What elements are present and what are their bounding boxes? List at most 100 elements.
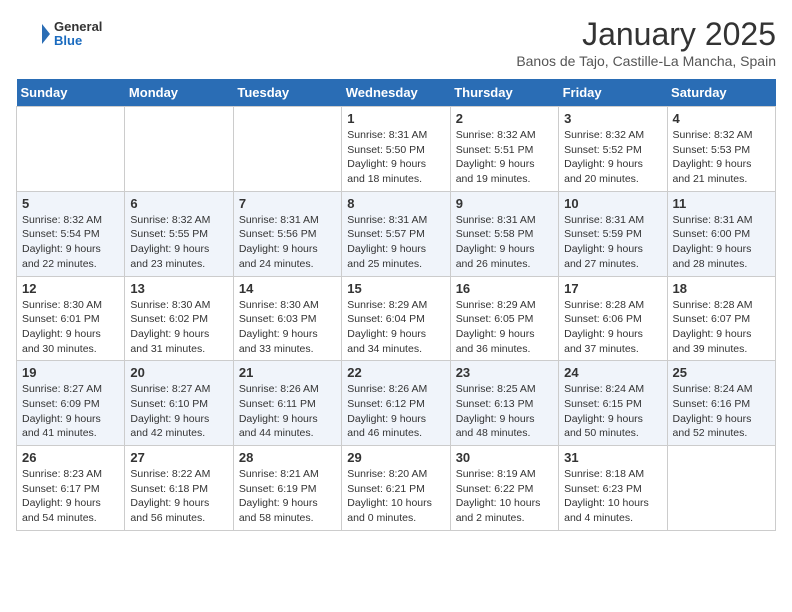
day-number: 24 xyxy=(564,365,661,380)
calendar-cell: 22 Sunrise: 8:26 AM Sunset: 6:12 PM Dayli… xyxy=(342,361,450,446)
calendar-cell: 4Sunrise: 8:32 AM Sunset: 5:53 PM Daylig… xyxy=(667,107,775,192)
day-info: Sunrise: 8:32 AM Sunset: 5:55 PM Dayligh… xyxy=(130,213,227,272)
calendar-week-row: 5 Sunrise: 8:32 AM Sunset: 5:54 PM Daylig… xyxy=(17,191,776,276)
day-info: Sunrise: 8:32 AM Sunset: 5:54 PM Dayligh… xyxy=(22,213,119,272)
calendar-cell: 12 Sunrise: 8:30 AM Sunset: 6:01 PM Dayli… xyxy=(17,276,125,361)
calendar-week-row: 26Sunrise: 8:23 AM Sunset: 6:17 PM Dayli… xyxy=(17,446,776,531)
day-number: 21 xyxy=(239,365,336,380)
weekday-header-saturday: Saturday xyxy=(667,79,775,107)
day-number: 8 xyxy=(347,196,444,211)
day-info: Sunrise: 8:31 AM Sunset: 5:59 PM Dayligh… xyxy=(564,213,661,272)
day-info: Sunrise: 8:27 AM Sunset: 6:10 PM Dayligh… xyxy=(130,382,227,441)
calendar-cell: 15 Sunrise: 8:29 AM Sunset: 6:04 PM Dayli… xyxy=(342,276,450,361)
calendar-cell: 14 Sunrise: 8:30 AM Sunset: 6:03 PM Dayli… xyxy=(233,276,341,361)
logo-bird-icon xyxy=(16,16,52,52)
day-number: 18 xyxy=(673,281,770,296)
day-number: 13 xyxy=(130,281,227,296)
page-header: General Blue January 2025 Banos de Tajo,… xyxy=(16,16,776,69)
calendar-cell: 17 Sunrise: 8:28 AM Sunset: 6:06 PM Dayli… xyxy=(559,276,667,361)
calendar-cell: 18Sunrise: 8:28 AM Sunset: 6:07 PM Dayli… xyxy=(667,276,775,361)
day-number: 12 xyxy=(22,281,119,296)
calendar-cell: 5 Sunrise: 8:32 AM Sunset: 5:54 PM Daylig… xyxy=(17,191,125,276)
calendar-cell: 21Sunrise: 8:26 AM Sunset: 6:11 PM Dayli… xyxy=(233,361,341,446)
calendar-week-row: 12 Sunrise: 8:30 AM Sunset: 6:01 PM Dayli… xyxy=(17,276,776,361)
calendar-cell: 25 Sunrise: 8:24 AM Sunset: 6:16 PM Dayli… xyxy=(667,361,775,446)
calendar-cell xyxy=(667,446,775,531)
calendar-cell: 11 Sunrise: 8:31 AM Sunset: 6:00 PM Dayli… xyxy=(667,191,775,276)
weekday-header-sunday: Sunday xyxy=(17,79,125,107)
day-number: 2 xyxy=(456,111,553,126)
logo: General Blue xyxy=(16,16,102,52)
logo-general: General xyxy=(54,20,102,34)
day-info: Sunrise: 8:30 AM Sunset: 6:01 PM Dayligh… xyxy=(22,298,119,357)
day-info: Sunrise: 8:23 AM Sunset: 6:17 PM Dayligh… xyxy=(22,467,119,526)
calendar-week-row: 1Sunrise: 8:31 AM Sunset: 5:50 PM Daylig… xyxy=(17,107,776,192)
day-number: 19 xyxy=(22,365,119,380)
day-number: 22 xyxy=(347,365,444,380)
day-info: Sunrise: 8:31 AM Sunset: 5:58 PM Dayligh… xyxy=(456,213,553,272)
day-info: Sunrise: 8:22 AM Sunset: 6:18 PM Dayligh… xyxy=(130,467,227,526)
calendar-cell: 31 Sunrise: 8:18 AM Sunset: 6:23 PM Dayli… xyxy=(559,446,667,531)
logo-blue: Blue xyxy=(54,34,102,48)
calendar-table: SundayMondayTuesdayWednesdayThursdayFrid… xyxy=(16,79,776,531)
calendar-cell xyxy=(125,107,233,192)
calendar-cell: 29 Sunrise: 8:20 AM Sunset: 6:21 PM Dayli… xyxy=(342,446,450,531)
calendar-body: 1Sunrise: 8:31 AM Sunset: 5:50 PM Daylig… xyxy=(17,107,776,531)
day-info: Sunrise: 8:18 AM Sunset: 6:23 PM Dayligh… xyxy=(564,467,661,526)
weekday-header-monday: Monday xyxy=(125,79,233,107)
calendar-cell xyxy=(17,107,125,192)
day-number: 9 xyxy=(456,196,553,211)
calendar-cell: 28 Sunrise: 8:21 AM Sunset: 6:19 PM Dayli… xyxy=(233,446,341,531)
day-number: 15 xyxy=(347,281,444,296)
day-info: Sunrise: 8:28 AM Sunset: 6:06 PM Dayligh… xyxy=(564,298,661,357)
day-info: Sunrise: 8:30 AM Sunset: 6:03 PM Dayligh… xyxy=(239,298,336,357)
day-info: Sunrise: 8:27 AM Sunset: 6:09 PM Dayligh… xyxy=(22,382,119,441)
day-number: 31 xyxy=(564,450,661,465)
logo-text-container: General Blue xyxy=(16,16,102,52)
calendar-cell: 6 Sunrise: 8:32 AM Sunset: 5:55 PM Daylig… xyxy=(125,191,233,276)
day-info: Sunrise: 8:32 AM Sunset: 5:51 PM Dayligh… xyxy=(456,128,553,187)
day-info: Sunrise: 8:25 AM Sunset: 6:13 PM Dayligh… xyxy=(456,382,553,441)
day-info: Sunrise: 8:31 AM Sunset: 5:56 PM Dayligh… xyxy=(239,213,336,272)
calendar-cell: 19 Sunrise: 8:27 AM Sunset: 6:09 PM Dayli… xyxy=(17,361,125,446)
day-number: 1 xyxy=(347,111,444,126)
calendar-cell: 24 Sunrise: 8:24 AM Sunset: 6:15 PM Dayli… xyxy=(559,361,667,446)
day-number: 27 xyxy=(130,450,227,465)
calendar-cell: 13 Sunrise: 8:30 AM Sunset: 6:02 PM Dayli… xyxy=(125,276,233,361)
day-info: Sunrise: 8:30 AM Sunset: 6:02 PM Dayligh… xyxy=(130,298,227,357)
day-number: 11 xyxy=(673,196,770,211)
day-number: 6 xyxy=(130,196,227,211)
day-number: 20 xyxy=(130,365,227,380)
month-title: January 2025 xyxy=(516,16,776,53)
day-number: 23 xyxy=(456,365,553,380)
day-info: Sunrise: 8:24 AM Sunset: 6:16 PM Dayligh… xyxy=(673,382,770,441)
calendar-cell: 8Sunrise: 8:31 AM Sunset: 5:57 PM Daylig… xyxy=(342,191,450,276)
calendar-header: SundayMondayTuesdayWednesdayThursdayFrid… xyxy=(17,79,776,107)
day-number: 29 xyxy=(347,450,444,465)
day-info: Sunrise: 8:21 AM Sunset: 6:19 PM Dayligh… xyxy=(239,467,336,526)
day-number: 14 xyxy=(239,281,336,296)
day-number: 10 xyxy=(564,196,661,211)
day-number: 25 xyxy=(673,365,770,380)
day-info: Sunrise: 8:19 AM Sunset: 6:22 PM Dayligh… xyxy=(456,467,553,526)
day-info: Sunrise: 8:31 AM Sunset: 6:00 PM Dayligh… xyxy=(673,213,770,272)
calendar-cell: 26Sunrise: 8:23 AM Sunset: 6:17 PM Dayli… xyxy=(17,446,125,531)
day-info: Sunrise: 8:32 AM Sunset: 5:52 PM Dayligh… xyxy=(564,128,661,187)
weekday-header-row: SundayMondayTuesdayWednesdayThursdayFrid… xyxy=(17,79,776,107)
calendar-cell: 10 Sunrise: 8:31 AM Sunset: 5:59 PM Dayli… xyxy=(559,191,667,276)
day-info: Sunrise: 8:26 AM Sunset: 6:12 PM Dayligh… xyxy=(347,382,444,441)
day-info: Sunrise: 8:20 AM Sunset: 6:21 PM Dayligh… xyxy=(347,467,444,526)
calendar-cell: 2 Sunrise: 8:32 AM Sunset: 5:51 PM Daylig… xyxy=(450,107,558,192)
calendar-cell: 3Sunrise: 8:32 AM Sunset: 5:52 PM Daylig… xyxy=(559,107,667,192)
calendar-cell: 20 Sunrise: 8:27 AM Sunset: 6:10 PM Dayli… xyxy=(125,361,233,446)
day-info: Sunrise: 8:29 AM Sunset: 6:04 PM Dayligh… xyxy=(347,298,444,357)
calendar-cell: 27 Sunrise: 8:22 AM Sunset: 6:18 PM Dayli… xyxy=(125,446,233,531)
weekday-header-wednesday: Wednesday xyxy=(342,79,450,107)
calendar-cell: 16Sunrise: 8:29 AM Sunset: 6:05 PM Dayli… xyxy=(450,276,558,361)
calendar-cell: 1Sunrise: 8:31 AM Sunset: 5:50 PM Daylig… xyxy=(342,107,450,192)
day-number: 30 xyxy=(456,450,553,465)
day-info: Sunrise: 8:24 AM Sunset: 6:15 PM Dayligh… xyxy=(564,382,661,441)
day-number: 28 xyxy=(239,450,336,465)
day-number: 17 xyxy=(564,281,661,296)
day-number: 5 xyxy=(22,196,119,211)
